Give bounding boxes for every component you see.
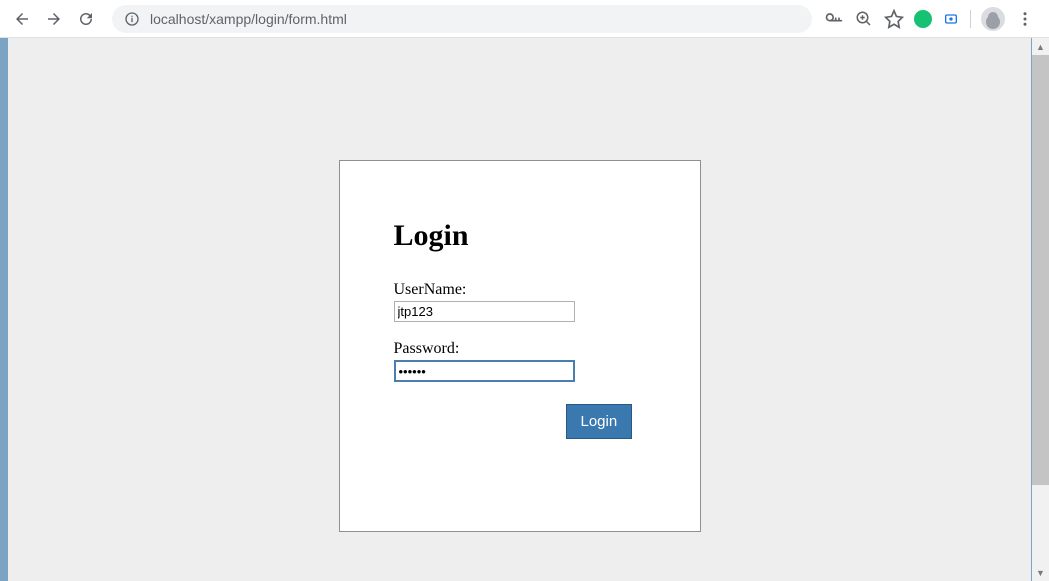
extension-grammarly-icon[interactable] [914, 10, 932, 28]
extension-blue-icon[interactable] [942, 10, 960, 28]
password-label: Password: [394, 340, 646, 358]
toolbar-divider [970, 10, 971, 28]
password-group: Password: [394, 340, 646, 382]
site-info-icon[interactable] [124, 11, 140, 27]
viewport-frame: Login UserName: Password: Login ▲ ▼ [0, 38, 1049, 581]
username-input[interactable] [394, 301, 575, 322]
zoom-icon[interactable] [854, 9, 874, 29]
username-group: UserName: [394, 281, 646, 322]
scrollbar-down-arrow-icon[interactable]: ▼ [1032, 564, 1049, 581]
url-text: localhost/xampp/login/form.html [150, 11, 347, 27]
reload-button[interactable] [72, 5, 100, 33]
nav-button-group [8, 5, 100, 33]
login-button[interactable]: Login [566, 404, 633, 439]
vertical-scrollbar[interactable]: ▲ ▼ [1032, 38, 1049, 581]
reload-icon [77, 10, 95, 28]
key-icon[interactable] [824, 9, 844, 29]
login-form-container: Login UserName: Password: Login [339, 160, 701, 532]
login-title: Login [394, 219, 646, 253]
address-bar[interactable]: localhost/xampp/login/form.html [112, 5, 812, 33]
username-label: UserName: [394, 281, 646, 299]
forward-button[interactable] [40, 5, 68, 33]
menu-dots-icon[interactable] [1015, 9, 1035, 29]
scrollbar-up-arrow-icon[interactable]: ▲ [1032, 38, 1049, 55]
profile-avatar-icon[interactable] [981, 7, 1005, 31]
password-input[interactable] [394, 360, 575, 382]
scrollbar-thumb[interactable] [1032, 55, 1049, 485]
browser-toolbar: localhost/xampp/login/form.html [0, 0, 1049, 38]
page-viewport: Login UserName: Password: Login [8, 38, 1031, 581]
arrow-right-icon [45, 10, 63, 28]
arrow-left-icon [13, 10, 31, 28]
toolbar-right-group [824, 7, 1041, 31]
bookmark-star-icon[interactable] [884, 9, 904, 29]
back-button[interactable] [8, 5, 36, 33]
